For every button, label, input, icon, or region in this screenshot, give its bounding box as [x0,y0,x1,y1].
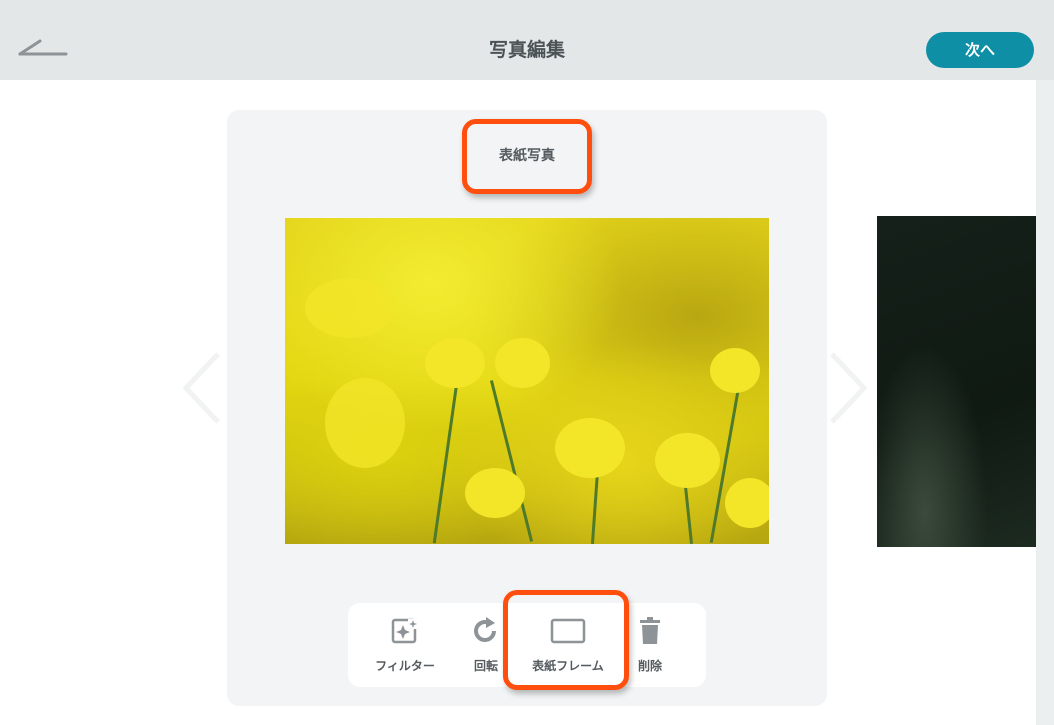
delete-button[interactable]: 削除 [626,603,674,687]
edit-toolbar: フィルター 回転 表紙フレーム 削除 [348,603,706,687]
rotate-button[interactable]: 回転 [458,603,514,687]
rotate-label: 回転 [473,659,498,673]
filter-icon [391,618,418,644]
frame-icon [550,618,586,644]
scrollbar[interactable] [1036,80,1054,725]
filter-label: フィルター [375,659,435,673]
prev-photo-button[interactable] [182,348,222,428]
cover-photo-label: 表紙写真 [499,148,555,164]
cover-frame-label: 表紙フレーム [532,659,604,673]
trash-icon [640,617,660,644]
next-photo-button[interactable] [828,348,868,428]
chevron-left-icon [182,352,220,424]
delete-label: 削除 [637,659,662,673]
next-button[interactable]: 次へ [926,32,1034,68]
main-photo[interactable] [285,218,769,544]
filter-button[interactable]: フィルター [360,603,450,687]
cover-frame-button[interactable]: 表紙フレーム [518,603,618,687]
page-title: 写真編集 [488,39,565,61]
rotate-icon [474,617,496,642]
chevron-right-icon [830,352,868,424]
next-photo-preview[interactable] [877,216,1036,547]
card-label-highlight: 表紙写真 [462,119,592,194]
